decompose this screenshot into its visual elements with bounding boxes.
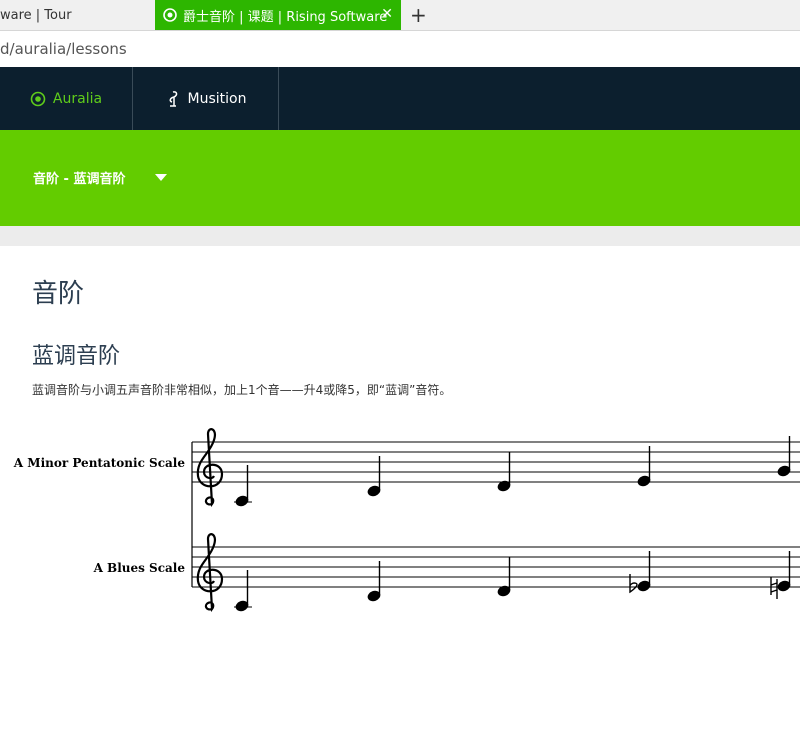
page-title: 音阶 [32, 279, 85, 309]
address-bar[interactable]: d/auralia/lessons [0, 31, 800, 68]
tab-title: 爵士音阶 | 课题 | Rising Software [183, 9, 388, 25]
caret-down-icon[interactable] [155, 174, 167, 181]
staff-label-blues: A Blues Scale [93, 561, 186, 575]
browser-tab-active[interactable]: 爵士音阶 | 课题 | Rising Software ✕ [155, 0, 401, 30]
natural-icon [770, 577, 778, 599]
section-description: 蓝调音阶与小调五声音阶非常相似，加上1个音——升4或降5，即“蓝调”音符。 [32, 383, 452, 397]
browser-tab-tour[interactable]: ware | Tour [0, 0, 155, 30]
treble-clef-icon [196, 428, 224, 508]
staff-2 [192, 546, 800, 588]
staff-1 [192, 441, 800, 483]
staff-2-notes [234, 551, 791, 612]
close-icon[interactable]: ✕ [381, 6, 393, 22]
divider-strip [0, 226, 800, 246]
auralia-favicon-icon [163, 8, 177, 22]
browser-tab-bar: ware | Tour 爵士音阶 | 课题 | Rising Software … [0, 0, 800, 31]
nav-item-musition[interactable]: Musition [133, 67, 279, 130]
treble-clef-icon [196, 533, 224, 613]
tab-title: ware | Tour [0, 7, 72, 23]
auralia-logo-icon [30, 91, 46, 106]
section-title: 蓝调音阶 [32, 344, 121, 369]
new-tab-button[interactable]: + [410, 3, 427, 27]
app-top-nav: Auralia Musition [0, 67, 800, 130]
lesson-bar: 音阶 - 蓝调音阶 [0, 130, 800, 226]
music-score: A Minor Pentatonic Scale A Blues Scale [13, 428, 800, 613]
lesson-breadcrumb[interactable]: 音阶 - 蓝调音阶 [33, 168, 125, 187]
nav-item-auralia[interactable]: Auralia [0, 67, 133, 130]
nav-label: Musition [187, 90, 247, 107]
nav-label: Auralia [52, 90, 103, 107]
musition-logo-icon [169, 90, 177, 107]
staff-label-pentatonic: A Minor Pentatonic Scale [13, 456, 186, 470]
address-text: d/auralia/lessons [0, 40, 127, 58]
